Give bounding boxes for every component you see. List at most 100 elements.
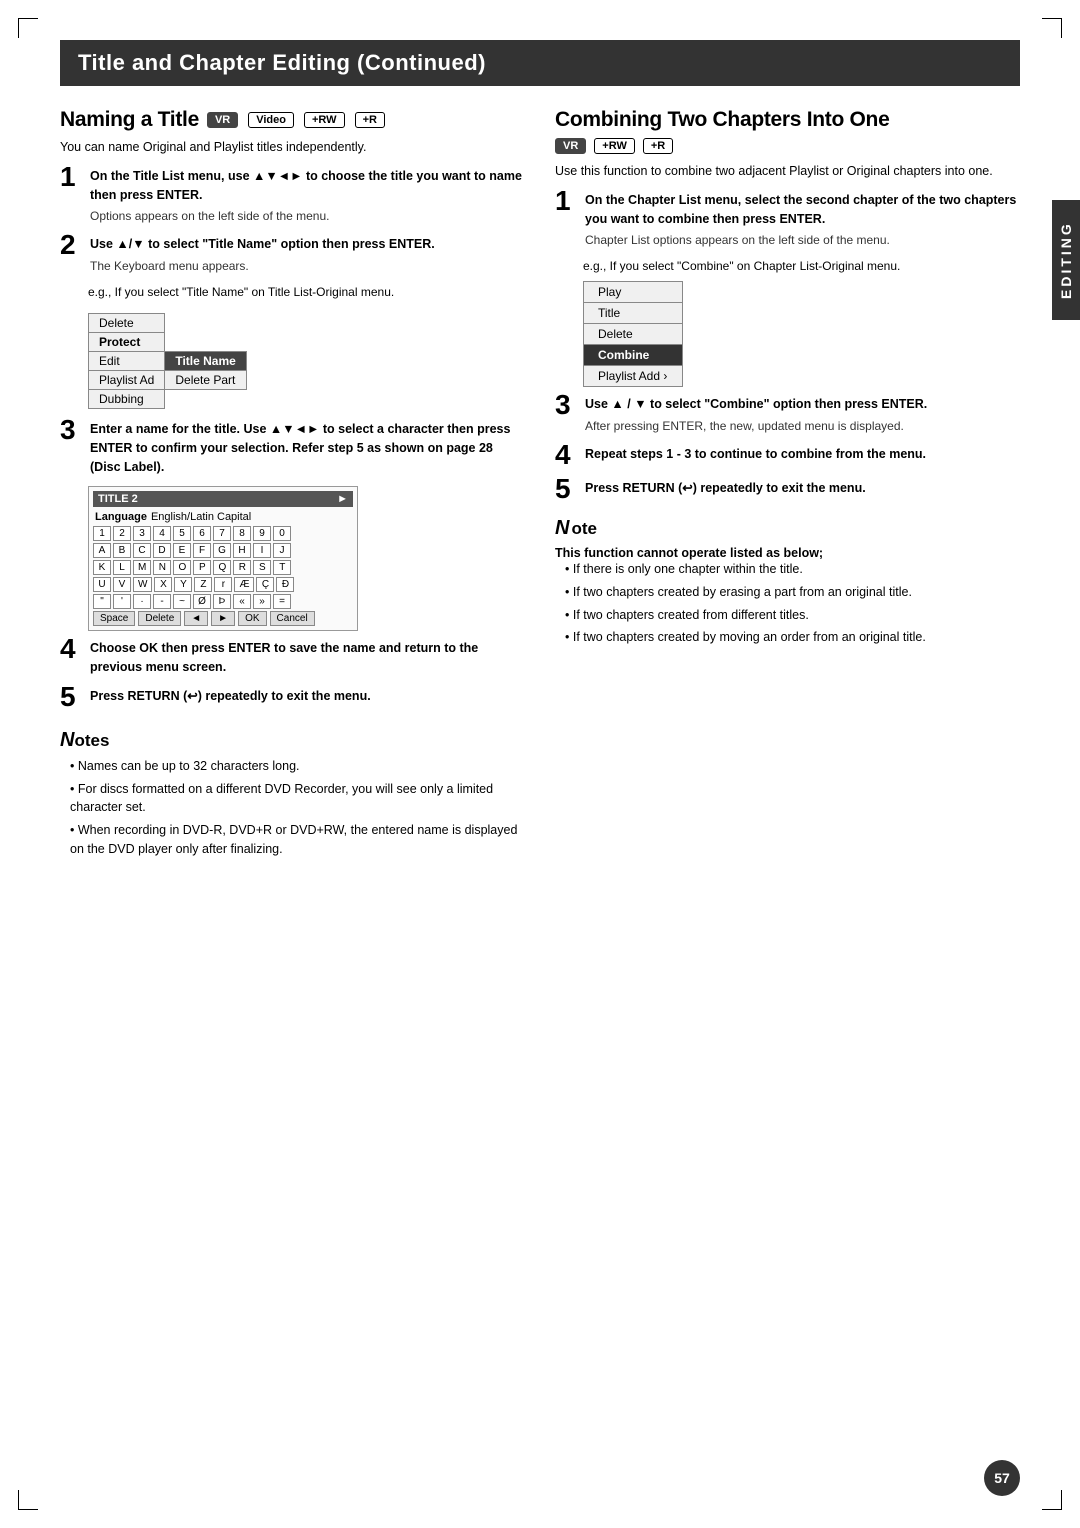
key-dash[interactable]: - — [153, 594, 171, 609]
key-m[interactable]: M — [133, 560, 151, 575]
left-column: Naming a Title VR Video +RW +R You can n… — [60, 108, 525, 863]
key-p[interactable]: P — [193, 560, 211, 575]
key-y[interactable]: Y — [174, 577, 192, 592]
right-note-3: If two chapters created from different t… — [565, 606, 1020, 625]
key-cancel[interactable]: Cancel — [270, 611, 315, 626]
step-1-content: On the Title List menu, use ▲▼◄► to choo… — [90, 167, 525, 226]
corner-bl — [18, 1490, 38, 1510]
key-v[interactable]: V — [113, 577, 131, 592]
key-a[interactable]: A — [93, 543, 111, 558]
key-r2[interactable]: r — [214, 577, 232, 592]
key-eq[interactable]: = — [273, 594, 291, 609]
right-step-4-content: Repeat steps 1 - 3 to continue to combin… — [585, 445, 1020, 469]
key-e[interactable]: E — [173, 543, 191, 558]
step-5-text: Press RETURN (↩) repeatedly to exit the … — [90, 689, 371, 703]
step-2: 2 Use ▲/▼ to select "Title Name" option … — [60, 235, 525, 275]
keyboard-row-numbers: 1 2 3 4 5 6 7 8 9 0 — [93, 526, 353, 541]
key-b[interactable]: B — [113, 543, 131, 558]
key-4[interactable]: 4 — [153, 526, 171, 541]
key-tilde[interactable]: ~ — [173, 594, 191, 609]
key-o[interactable]: O — [173, 560, 191, 575]
key-5[interactable]: 5 — [173, 526, 191, 541]
key-k[interactable]: K — [93, 560, 111, 575]
key-left[interactable]: ◄ — [184, 611, 208, 626]
step-2-sub: The Keyboard menu appears. — [90, 257, 525, 275]
key-9[interactable]: 9 — [253, 526, 271, 541]
right-menu-row-play: Play — [584, 282, 683, 303]
keyboard-row-k: K L M N O P Q R S T — [93, 560, 353, 575]
menu-cell-dubbing: Dubbing — [89, 390, 165, 409]
badge-r-plus: +R — [355, 112, 385, 128]
key-space[interactable]: Space — [93, 611, 135, 626]
key-q[interactable]: Q — [213, 560, 231, 575]
right-menu-row-delete: Delete — [584, 324, 683, 345]
key-8[interactable]: 8 — [233, 526, 251, 541]
key-c[interactable]: C — [133, 543, 151, 558]
right-menu-diagram: Play Title Delete Combine Playlist Add — [583, 281, 1020, 387]
key-s[interactable]: S — [253, 560, 271, 575]
step-2-content: Use ▲/▼ to select "Title Name" option th… — [90, 235, 525, 275]
badge-rw-plus: +RW — [304, 112, 345, 128]
key-eth[interactable]: Ð — [276, 577, 294, 592]
step-1-num: 1 — [60, 163, 82, 226]
right-menu-table: Play Title Delete Combine Playlist Add — [583, 281, 683, 387]
main-content: Naming a Title VR Video +RW +R You can n… — [60, 108, 1020, 863]
menu-row-protect: Protect — [89, 333, 247, 352]
step-2-num: 2 — [60, 231, 82, 275]
key-t[interactable]: T — [273, 560, 291, 575]
key-x[interactable]: X — [154, 577, 172, 592]
key-quote[interactable]: " — [93, 594, 111, 609]
note-1: Names can be up to 32 characters long. — [70, 757, 525, 776]
key-l[interactable]: L — [113, 560, 131, 575]
key-raquo[interactable]: » — [253, 594, 271, 609]
key-g[interactable]: G — [213, 543, 231, 558]
keyboard-lang-value: English/Latin Capital — [151, 511, 251, 523]
right-menu-cell-delete: Delete — [584, 324, 683, 345]
key-ok[interactable]: OK — [238, 611, 266, 626]
key-laquo[interactable]: « — [233, 594, 251, 609]
key-r[interactable]: R — [233, 560, 251, 575]
right-note-1: If there is only one chapter within the … — [565, 560, 1020, 579]
key-apos[interactable]: ' — [113, 594, 131, 609]
step-3-content: Enter a name for the title. Use ▲▼◄► to … — [90, 420, 525, 476]
editing-tab: EDITING — [1052, 200, 1080, 320]
key-u[interactable]: U — [93, 577, 111, 592]
key-w[interactable]: W — [133, 577, 152, 592]
page-header: Title and Chapter Editing (Continued) — [60, 40, 1020, 86]
key-z[interactable]: Z — [194, 577, 212, 592]
key-ostroke[interactable]: Ø — [193, 594, 211, 609]
right-menu-cell-playlist-add: Playlist Add — [584, 366, 683, 387]
right-notes-ote: ote — [571, 519, 597, 539]
key-3[interactable]: 3 — [133, 526, 151, 541]
key-n[interactable]: N — [153, 560, 171, 575]
menu-cell-delete-part: Delete Part — [165, 371, 246, 390]
menu-cell-edit: Edit — [89, 352, 165, 371]
key-thorn[interactable]: Þ — [213, 594, 231, 609]
step-3-num: 3 — [60, 416, 82, 476]
key-f[interactable]: F — [193, 543, 211, 558]
key-d[interactable]: D — [153, 543, 171, 558]
right-step-1: 1 On the Chapter List menu, select the s… — [555, 191, 1020, 250]
key-6[interactable]: 6 — [193, 526, 211, 541]
key-h[interactable]: H — [233, 543, 251, 558]
key-right[interactable]: ► — [211, 611, 235, 626]
key-dot[interactable]: · — [133, 594, 151, 609]
key-i[interactable]: I — [253, 543, 271, 558]
naming-title: Naming a Title — [60, 108, 199, 132]
right-note-bold-title: This function cannot operate listed as b… — [555, 546, 1020, 560]
key-0[interactable]: 0 — [273, 526, 291, 541]
key-7[interactable]: 7 — [213, 526, 231, 541]
key-ae[interactable]: Æ — [234, 577, 254, 592]
page-title: Title and Chapter Editing (Continued) — [78, 50, 486, 75]
key-j[interactable]: J — [273, 543, 291, 558]
key-cc[interactable]: Ç — [256, 577, 274, 592]
left-section-title: Naming a Title VR Video +RW +R — [60, 108, 525, 132]
eg-text-right: e.g., If you select "Combine" on Chapter… — [583, 259, 1020, 273]
step-4: 4 Choose OK then press ENTER to save the… — [60, 639, 525, 677]
left-intro: You can name Original and Playlist title… — [60, 138, 525, 157]
key-1[interactable]: 1 — [93, 526, 111, 541]
step-4-content: Choose OK then press ENTER to save the n… — [90, 639, 525, 677]
right-step-5-text: Press RETURN (↩) repeatedly to exit the … — [585, 481, 866, 495]
key-delete[interactable]: Delete — [138, 611, 181, 626]
key-2[interactable]: 2 — [113, 526, 131, 541]
